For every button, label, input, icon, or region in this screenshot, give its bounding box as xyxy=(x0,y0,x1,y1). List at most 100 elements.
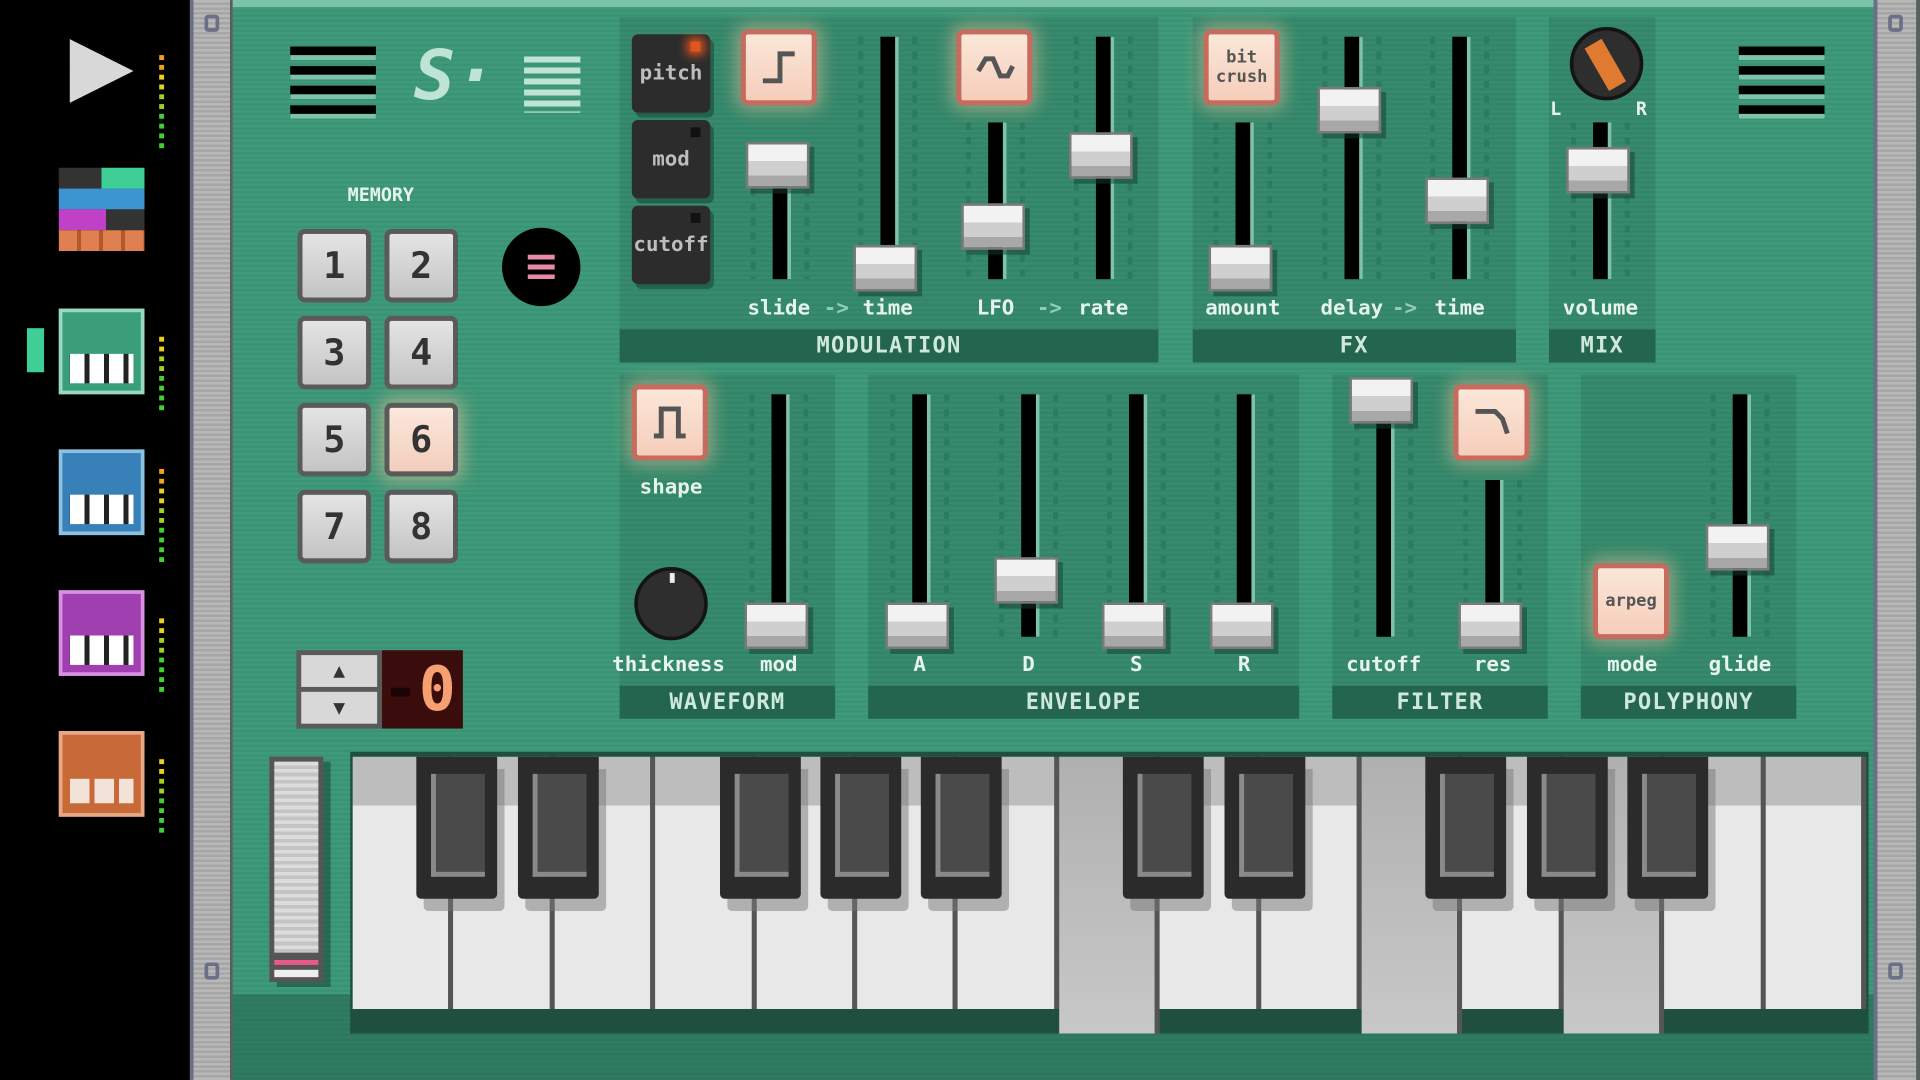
tick-marks xyxy=(1408,394,1414,637)
screw-icon xyxy=(1888,14,1903,32)
cutoff-label: cutoff xyxy=(633,232,709,258)
tick-marks xyxy=(1214,394,1220,637)
slider-track xyxy=(912,394,931,637)
mod-target-mod-button[interactable]: mod xyxy=(631,120,711,199)
memory-slot-3[interactable]: 3 xyxy=(297,315,372,390)
volume-slider[interactable] xyxy=(1564,122,1637,280)
memory-menu-button[interactable] xyxy=(502,227,581,307)
res-slider[interactable] xyxy=(1456,480,1529,649)
delay-slider[interactable] xyxy=(1315,36,1388,280)
synth-green-icon[interactable] xyxy=(58,308,145,395)
slider-handle[interactable] xyxy=(1566,147,1630,194)
slider-handle[interactable] xyxy=(1349,377,1414,424)
bitcrush-amount-slider[interactable] xyxy=(1206,122,1279,292)
black-key[interactable] xyxy=(921,756,1003,899)
memory-slot-1[interactable]: 1 xyxy=(297,228,372,303)
slider-handle[interactable] xyxy=(994,557,1058,604)
env-d-slider[interactable] xyxy=(992,394,1065,637)
slider-handle[interactable] xyxy=(744,602,809,649)
slider-handle[interactable] xyxy=(1317,87,1382,134)
mod-target-cutoff-button[interactable]: cutoff xyxy=(631,205,711,285)
black-key[interactable] xyxy=(416,756,498,899)
glide-slider[interactable] xyxy=(1703,394,1776,637)
active-indicator xyxy=(26,328,45,373)
lfo-slider[interactable] xyxy=(959,122,1032,280)
slider-handle[interactable] xyxy=(1068,132,1133,179)
thickness-knob[interactable] xyxy=(634,566,708,641)
tick-marks xyxy=(1764,394,1770,637)
slider-handle[interactable] xyxy=(745,142,810,189)
env-a-slider[interactable] xyxy=(883,394,956,649)
memory-slot-2[interactable]: 2 xyxy=(384,228,458,303)
filter-type-button[interactable] xyxy=(1453,384,1530,461)
env-r-slider[interactable] xyxy=(1207,394,1280,649)
octave-down-button[interactable]: ▼ xyxy=(301,691,378,724)
slider-handle[interactable] xyxy=(1102,602,1166,649)
mod-target-pitch-button[interactable]: pitch xyxy=(631,34,711,113)
logo-lines-icon xyxy=(524,56,581,113)
level-meter xyxy=(157,336,174,415)
memory-slot-8[interactable]: 8 xyxy=(384,489,458,564)
slide-label: slide xyxy=(747,296,811,321)
synth-purple-icon[interactable] xyxy=(58,590,145,676)
bitcrush-toggle-button[interactable]: bit crush xyxy=(1203,29,1280,106)
slider-handle[interactable] xyxy=(1458,602,1523,649)
lfo-rate-slider[interactable] xyxy=(1067,36,1140,280)
song-arranger-icon[interactable] xyxy=(58,167,145,254)
pan-knob[interactable] xyxy=(1569,26,1644,101)
white-key[interactable] xyxy=(1765,756,1867,1009)
slider-track xyxy=(771,394,790,637)
led-icon xyxy=(690,41,701,52)
drum-orange-icon[interactable] xyxy=(58,731,145,817)
square-wave-icon xyxy=(653,406,686,439)
black-key[interactable] xyxy=(719,756,801,899)
black-key[interactable] xyxy=(1425,756,1507,899)
memory-slot-4[interactable]: 4 xyxy=(384,315,458,390)
arpeg-mode-button[interactable]: arpeg xyxy=(1593,563,1669,640)
black-key[interactable] xyxy=(517,756,599,899)
slider-handle[interactable] xyxy=(1705,523,1770,571)
slider-handle[interactable] xyxy=(1425,177,1489,224)
pitch-bend-wheel[interactable] xyxy=(269,756,324,983)
tick-marks xyxy=(1376,36,1382,280)
polyphony-title: POLYPHONY xyxy=(1580,685,1797,719)
menu-icon[interactable] xyxy=(290,46,376,125)
screw-icon xyxy=(204,14,220,32)
lfo-toggle-button[interactable] xyxy=(956,29,1033,106)
cutoff-slider[interactable] xyxy=(1347,377,1420,637)
black-key[interactable] xyxy=(820,756,902,899)
slider-handle[interactable] xyxy=(961,203,1025,250)
memory-slot-7[interactable]: 7 xyxy=(297,489,372,564)
tick-marks xyxy=(912,36,918,280)
menu-icon[interactable] xyxy=(1738,46,1825,125)
synth-blue-icon[interactable] xyxy=(58,449,145,536)
memory-slot-6[interactable]: 6 xyxy=(384,402,458,477)
slider-handle[interactable] xyxy=(853,244,918,292)
black-key[interactable] xyxy=(1123,756,1204,899)
tick-marks xyxy=(803,394,809,637)
octave-up-button[interactable]: ▲ xyxy=(301,655,378,687)
black-key[interactable] xyxy=(1224,756,1305,899)
memory-slot-5[interactable]: 5 xyxy=(297,402,372,477)
slide-toggle-button[interactable] xyxy=(740,29,817,106)
waveform-shape-button[interactable] xyxy=(631,384,708,461)
tick-marks xyxy=(1430,36,1436,280)
volume-label: volume xyxy=(1562,296,1639,321)
led-icon xyxy=(690,213,701,223)
black-key[interactable] xyxy=(1526,756,1608,899)
slider-handle[interactable] xyxy=(1208,244,1273,292)
slider-handle[interactable] xyxy=(1209,602,1274,649)
play-icon[interactable] xyxy=(67,37,136,106)
env-s-slider[interactable] xyxy=(1100,394,1173,649)
octave-stepper: ▲ ▼ xyxy=(296,650,383,729)
envelope-title: ENVELOPE xyxy=(868,685,1300,719)
mod-time-slider[interactable] xyxy=(851,36,924,292)
glide-label: glide xyxy=(1708,652,1772,678)
slide-slider[interactable] xyxy=(743,142,816,280)
slider-handle[interactable] xyxy=(885,602,949,649)
delay-time-slider[interactable] xyxy=(1423,36,1496,280)
sustain-label: S xyxy=(1130,652,1143,678)
black-key[interactable] xyxy=(1627,756,1709,899)
wave-mod-slider[interactable] xyxy=(742,394,815,649)
octave-value: 0 xyxy=(418,653,456,725)
